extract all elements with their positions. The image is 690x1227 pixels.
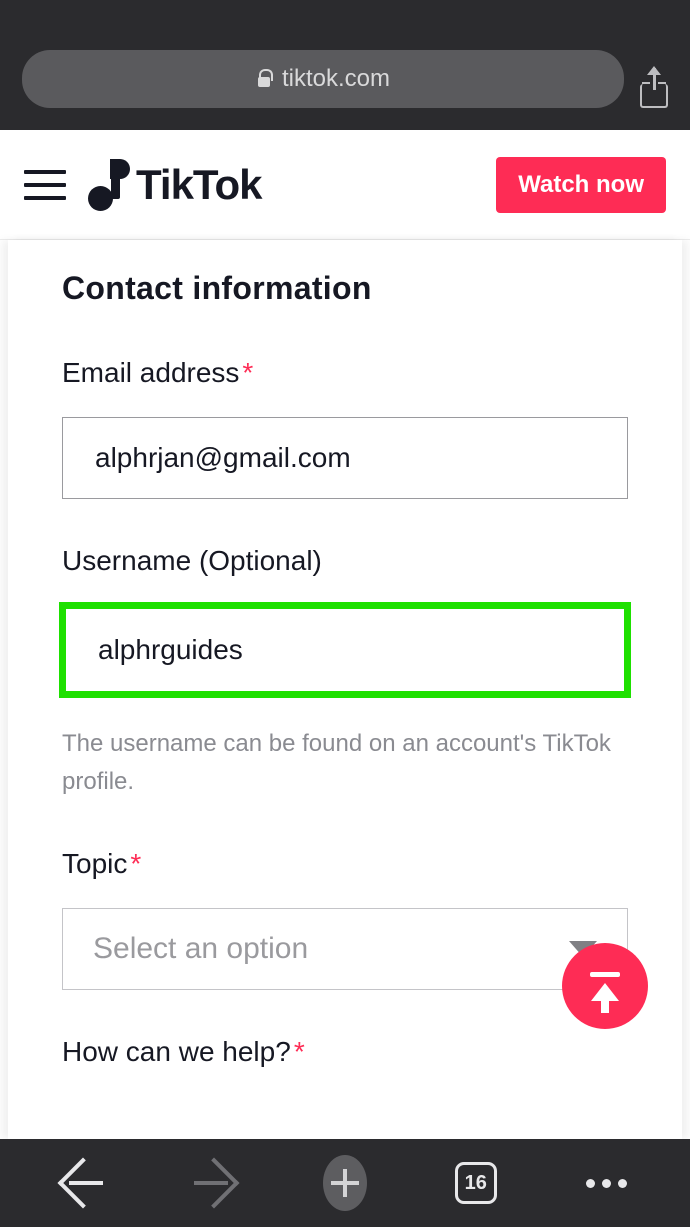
required-asterisk: * xyxy=(130,848,141,879)
lock-icon xyxy=(256,69,272,89)
help-label: How can we help?* xyxy=(62,1036,628,1068)
tiktok-logo[interactable]: TikTok xyxy=(84,159,261,211)
topic-placeholder: Select an option xyxy=(93,932,308,966)
new-tab-button[interactable] xyxy=(323,1161,367,1205)
section-title: Contact information xyxy=(62,270,628,307)
watch-now-button[interactable]: Watch now xyxy=(496,157,666,213)
back-button[interactable] xyxy=(61,1161,105,1205)
tiktok-note-icon xyxy=(84,159,130,211)
email-input[interactable] xyxy=(62,417,628,499)
forward-button[interactable] xyxy=(192,1161,236,1205)
email-label: Email address* xyxy=(62,357,628,389)
topic-select[interactable]: Select an option xyxy=(62,908,628,990)
username-input[interactable] xyxy=(62,605,628,695)
help-field-group: How can we help?* xyxy=(62,1036,628,1068)
email-field-group: Email address* xyxy=(62,357,628,499)
required-asterisk: * xyxy=(242,357,253,388)
username-field-group: Username (Optional) The username can be … xyxy=(62,545,628,802)
page-content: TikTok Watch now Contact information Ema… xyxy=(0,130,690,1139)
topic-field-group: Topic* Select an option xyxy=(62,848,628,990)
more-menu-button[interactable] xyxy=(585,1161,629,1205)
brand-text: TikTok xyxy=(136,161,261,209)
browser-top-bar: tiktok.com xyxy=(0,0,690,130)
url-text: tiktok.com xyxy=(282,65,390,93)
topic-label: Topic* xyxy=(62,848,628,880)
scroll-to-top-button[interactable] xyxy=(562,943,648,1029)
contact-form: Contact information Email address* Usern… xyxy=(8,240,682,1068)
browser-bottom-bar: 16 xyxy=(0,1139,690,1227)
url-bar[interactable]: tiktok.com xyxy=(22,50,624,108)
username-label: Username (Optional) xyxy=(62,545,628,577)
app-header: TikTok Watch now xyxy=(0,130,690,240)
tabs-button[interactable]: 16 xyxy=(454,1161,498,1205)
hamburger-menu-icon[interactable] xyxy=(24,170,66,200)
required-asterisk: * xyxy=(294,1036,305,1067)
share-icon[interactable] xyxy=(640,74,668,108)
username-hint: The username can be found on an account'… xyxy=(62,725,628,802)
